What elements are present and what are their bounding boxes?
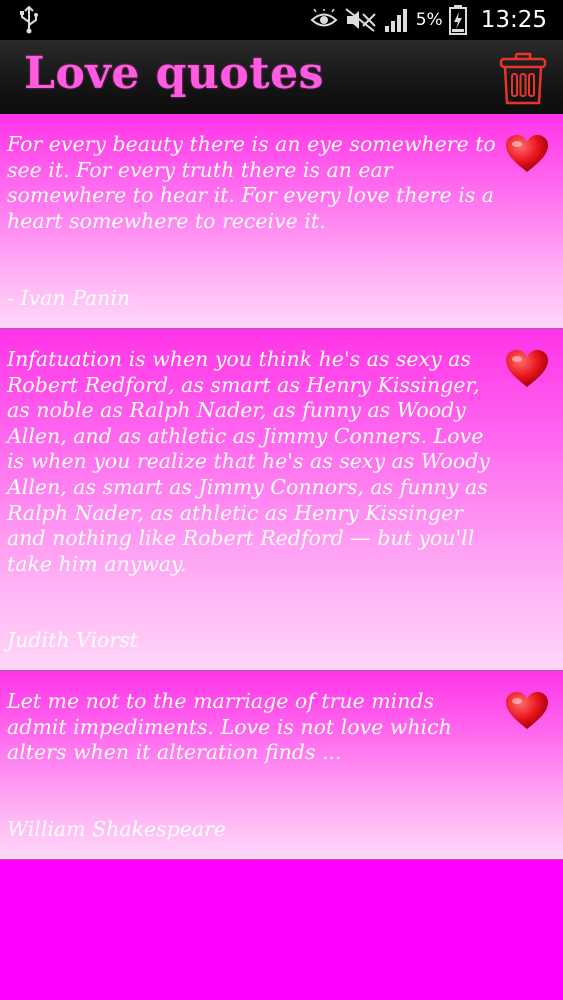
list-item[interactable]: Infatuation is when you think he's as se… bbox=[0, 329, 563, 671]
quote-author: William Shakespeare bbox=[7, 817, 227, 841]
battery-icon bbox=[448, 5, 467, 35]
quotes-list: For every beauty there is an eye somewhe… bbox=[0, 114, 563, 860]
heart-icon[interactable] bbox=[505, 134, 549, 174]
quote-author: Judith Viorst bbox=[7, 628, 138, 652]
app-bar: Love quotes bbox=[0, 40, 563, 115]
list-item[interactable]: Let me not to the marriage of true minds… bbox=[0, 671, 563, 860]
eye-icon bbox=[310, 9, 338, 27]
quote-author: - Ivan Panin bbox=[7, 286, 131, 310]
quote-text: For every beauty there is an eye somewhe… bbox=[7, 132, 496, 233]
signal-icon bbox=[384, 9, 407, 32]
list-item[interactable]: For every beauty there is an eye somewhe… bbox=[0, 114, 563, 329]
page-title: Love quotes bbox=[24, 48, 324, 99]
heart-icon[interactable] bbox=[505, 691, 549, 731]
usb-icon bbox=[20, 6, 38, 34]
quote-text: Let me not to the marriage of true minds… bbox=[7, 689, 452, 765]
heart-icon[interactable] bbox=[505, 349, 549, 389]
battery-percent: 5% bbox=[415, 10, 443, 30]
clock: 13:25 bbox=[480, 7, 547, 33]
status-bar: 5% 13:25 bbox=[0, 0, 563, 40]
quote-text: Infatuation is when you think he's as se… bbox=[7, 347, 490, 576]
trash-icon[interactable] bbox=[498, 50, 548, 106]
mute-icon bbox=[345, 8, 376, 32]
